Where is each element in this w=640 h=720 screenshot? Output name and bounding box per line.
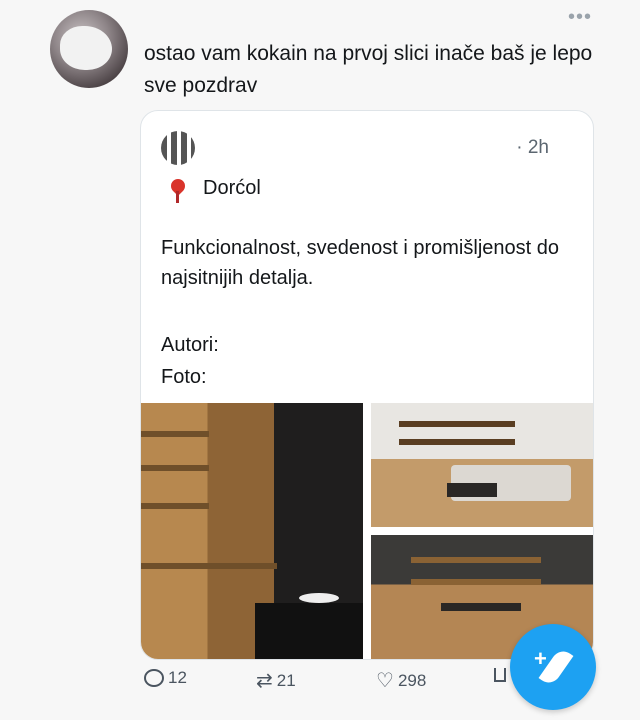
- reply-count: 12: [168, 668, 187, 687]
- reply-button[interactable]: 12: [144, 668, 187, 688]
- photo-kitchen[interactable]: [141, 403, 363, 659]
- quoted-meta: Autori: Foto:: [161, 329, 219, 393]
- retweet-icon: ⇄: [256, 670, 273, 692]
- user-avatar[interactable]: [50, 10, 128, 88]
- quoted-body: Funkcionalnost, svedenost i promišljenos…: [161, 237, 559, 289]
- more-icon[interactable]: •••: [568, 6, 592, 29]
- tweet-actions: 12 ⇄ 21 ♡ 298: [144, 668, 544, 702]
- authors-label: Autori:: [161, 334, 219, 356]
- retweet-count: 21: [276, 670, 296, 690]
- share-button[interactable]: [494, 668, 506, 682]
- heart-icon: ♡: [376, 670, 394, 692]
- location-label: Dorćol: [203, 177, 261, 199]
- reply-icon: [144, 669, 164, 687]
- coffee-table: [447, 483, 497, 497]
- like-count: 298: [397, 670, 427, 690]
- avatar-blur: [60, 26, 112, 70]
- quoted-tweet-card[interactable]: · 2h Dorćol Funkcionalnost, svedenost i …: [140, 110, 594, 660]
- location-pin-stem: [176, 191, 179, 203]
- photo-living-room[interactable]: [371, 403, 593, 527]
- photo-label: Foto:: [161, 366, 207, 388]
- quoted-time: · 2h: [516, 137, 549, 158]
- dining-table: [441, 603, 521, 611]
- photo-grid: [141, 403, 593, 659]
- tweet-text: ostao vam kokain na prvoj slici inače ba…: [144, 42, 593, 97]
- share-icon: [494, 668, 506, 682]
- bowl: [299, 593, 339, 603]
- like-button[interactable]: ♡ 298: [376, 668, 426, 693]
- compose-tweet-button[interactable]: +: [510, 624, 596, 710]
- retweet-button[interactable]: ⇄ 21: [256, 668, 296, 693]
- quoted-avatar[interactable]: [161, 131, 195, 165]
